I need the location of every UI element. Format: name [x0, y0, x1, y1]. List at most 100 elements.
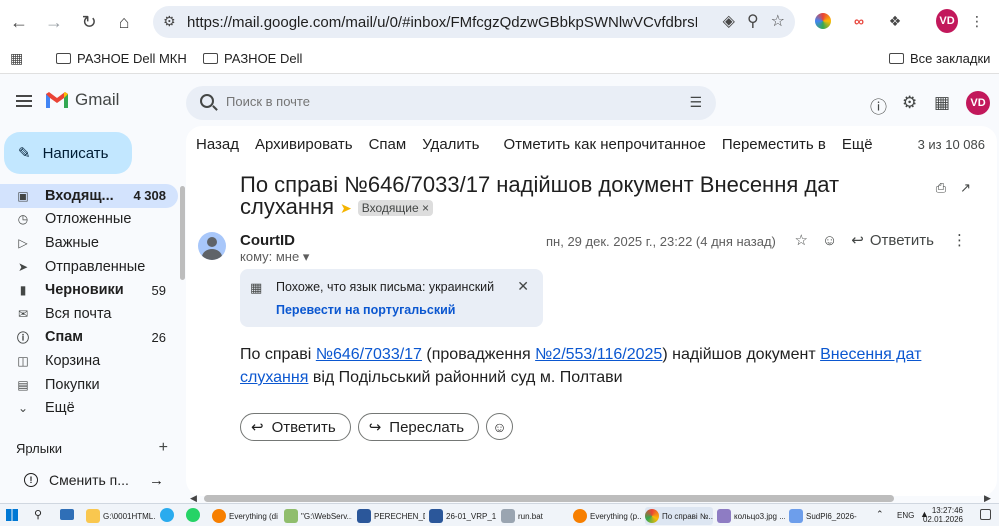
all-bookmarks[interactable]: Все закладки — [889, 51, 990, 66]
whatsapp-icon[interactable] — [186, 508, 200, 522]
sidebar-item-inbox[interactable]: ▣ Входящ... 4 308 — [0, 184, 178, 208]
folder-icon — [86, 509, 100, 523]
taskbar-app-sudpl[interactable]: SudPl6_2026-... — [789, 507, 857, 525]
delete-button[interactable]: Удалить — [422, 136, 479, 153]
taskbar-app-everything-2[interactable]: Everything (p... — [573, 507, 641, 525]
browser-menu-icon[interactable]: ⋮ — [966, 10, 988, 32]
taskbar-app-run-bat[interactable]: run.bat — [501, 507, 569, 525]
message-actions: ☆ ☺ ↩ Ответить ⋮ — [795, 231, 967, 250]
sidebar-item-important[interactable]: ▷ Важные — [0, 231, 178, 255]
main-menu-icon[interactable] — [16, 95, 32, 107]
url-text[interactable]: https://mail.google.com/mail/u/0/#inbox/… — [187, 14, 697, 31]
language-indicator[interactable]: ENG — [897, 511, 914, 520]
search-icon[interactable] — [200, 94, 214, 108]
taskbar-app-image[interactable]: кольцо3.jpg ... — [717, 507, 785, 525]
important-marker-icon[interactable]: ➤ — [340, 200, 352, 216]
back-arrow-icon[interactable]: ← — [2, 5, 36, 39]
more-vert-icon[interactable]: ⋮ — [952, 231, 967, 249]
taskbar-app-webserv[interactable]: "G:\WebServ... — [284, 507, 352, 525]
open-new-window-icon[interactable]: ↗ — [960, 180, 971, 196]
compose-button[interactable]: ✎ Написать — [4, 132, 132, 174]
settings-gear-icon[interactable]: ⚙ — [902, 93, 917, 113]
forward-icon: ↪ — [368, 419, 382, 436]
reply-button[interactable]: ↩ Ответить — [240, 413, 351, 441]
horizontal-scrollbar[interactable] — [204, 495, 894, 502]
sidebar-item-sent[interactable]: ➤ Отправленные — [0, 255, 178, 279]
emoji-reaction-icon[interactable]: ☺ — [822, 232, 837, 249]
message-toolbar: Назад Архивировать Спам Удалить Отметить… — [196, 136, 889, 153]
emoji-button[interactable]: ☺ — [486, 413, 514, 440]
windows-start-icon[interactable] — [6, 509, 18, 521]
move-to-button[interactable]: Переместить в — [722, 136, 826, 153]
all-mail-icon: ✉ — [17, 306, 29, 321]
forward-arrow-icon[interactable]: → — [37, 5, 71, 39]
search-input[interactable] — [226, 94, 626, 109]
taskbar-clock[interactable]: 13:27:46 02.01.2026 — [923, 506, 963, 524]
more-button[interactable]: Ещё — [842, 136, 873, 153]
apps-grid-icon[interactable]: ▦ — [934, 93, 950, 113]
emoji-icon: ☺ — [492, 418, 507, 435]
reply-header-button[interactable]: ↩ Ответить — [851, 231, 934, 250]
extensions-puzzle-icon[interactable]: ❖ — [884, 10, 906, 32]
task-view-icon[interactable] — [60, 509, 74, 520]
sidebar-item-purchases[interactable]: ▤ Покупки — [0, 373, 178, 397]
bookmark-folder-1[interactable]: РАЗНОЕ Dell МКН — [56, 51, 187, 66]
word-icon — [357, 509, 371, 523]
proceeding-link[interactable]: №2/553/116/2025 — [535, 346, 662, 363]
trash-icon: ◫ — [17, 353, 29, 368]
forward-button[interactable]: ↪ Переслать — [357, 413, 480, 441]
recipient-dropdown[interactable]: кому: мне ▾ — [240, 249, 309, 265]
taskbar-app-chrome[interactable]: По справі №... — [645, 507, 713, 525]
search-taskbar-icon[interactable]: ⚲ — [34, 508, 42, 521]
bookmark-star-icon[interactable]: ☆ — [771, 11, 785, 31]
switch-account-button[interactable]: ! Сменить п... → — [12, 465, 170, 495]
labels-header: Ярлыки + — [16, 439, 168, 457]
print-icon[interactable]: ⎙ — [936, 180, 946, 196]
add-label-icon[interactable]: + — [159, 440, 168, 456]
account-avatar[interactable]: VD — [966, 91, 990, 115]
home-icon[interactable]: ⌂ — [107, 5, 141, 39]
star-icon[interactable]: ☆ — [795, 231, 808, 249]
site-settings-icon[interactable]: ⚙ — [163, 13, 176, 30]
back-button[interactable]: Назад — [196, 136, 239, 153]
sidebar-item-trash[interactable]: ◫ Корзина — [0, 349, 178, 373]
zoom-icon[interactable]: ⚲ — [747, 11, 759, 31]
mark-unread-button[interactable]: Отметить как непрочитанное — [503, 136, 705, 153]
spam-button[interactable]: Спам — [369, 136, 407, 153]
browser-toolbar: ← → ↻ ⌂ ⚙ https://mail.google.com/mail/u… — [0, 0, 999, 44]
translate-link[interactable]: Перевести на португальский — [276, 303, 455, 317]
sidebar-item-more[interactable]: ⌄ Ещё — [0, 396, 178, 420]
help-icon[interactable]: ⓘ — [870, 93, 887, 118]
taskbar-app-explorer[interactable]: G:\0001HTML... — [86, 507, 156, 525]
close-icon[interactable]: ✕ — [517, 278, 529, 295]
gmail-logo[interactable]: Gmail — [45, 90, 119, 110]
search-box[interactable]: ☰ — [186, 86, 716, 120]
taskbar-app-word-1[interactable]: PERECHEN_D... — [357, 507, 425, 525]
tray-chevron-icon[interactable]: ⌃ — [876, 509, 884, 520]
translate-page-icon[interactable]: ◈ — [723, 11, 735, 31]
apps-grid-icon[interactable]: ▦ — [10, 50, 23, 67]
taskbar-app-word-2[interactable]: 26-01_VRP_1... — [429, 507, 497, 525]
profile-avatar[interactable]: VD — [936, 9, 958, 33]
search-options-icon[interactable]: ☰ — [689, 94, 702, 111]
sidebar-item-all-mail[interactable]: ✉ Вся почта — [0, 302, 178, 326]
case-number-link[interactable]: №646/7033/17 — [316, 346, 422, 363]
inbox-label-chip[interactable]: Входящие × — [357, 200, 434, 217]
telegram-icon[interactable] — [160, 508, 174, 522]
sidebar-item-drafts[interactable]: ▮ Черновики 59 — [0, 278, 178, 302]
sender-name[interactable]: CourtID — [240, 232, 295, 249]
address-bar[interactable]: ⚙ https://mail.google.com/mail/u/0/#inbo… — [153, 6, 795, 38]
extension-infinity-icon[interactable]: ∞ — [848, 10, 870, 32]
reload-icon[interactable]: ↻ — [72, 5, 106, 39]
sidebar-scrollbar[interactable] — [180, 186, 185, 280]
extension-color-icon[interactable] — [812, 10, 834, 32]
spam-icon: ⓘ — [16, 330, 29, 345]
taskbar-app-everything-1[interactable]: Everything (di... — [212, 507, 278, 525]
bookmark-folder-2[interactable]: РАЗНОЕ Dell — [203, 51, 302, 66]
sender-avatar[interactable] — [198, 232, 226, 260]
reply-icon: ↩ — [251, 419, 264, 436]
archive-button[interactable]: Архивировать — [255, 136, 353, 153]
sidebar-item-snoozed[interactable]: ◷ Отложенные — [0, 208, 178, 232]
sidebar-item-spam[interactable]: ⓘ Спам 26 — [0, 326, 178, 350]
notifications-icon[interactable] — [980, 509, 991, 520]
